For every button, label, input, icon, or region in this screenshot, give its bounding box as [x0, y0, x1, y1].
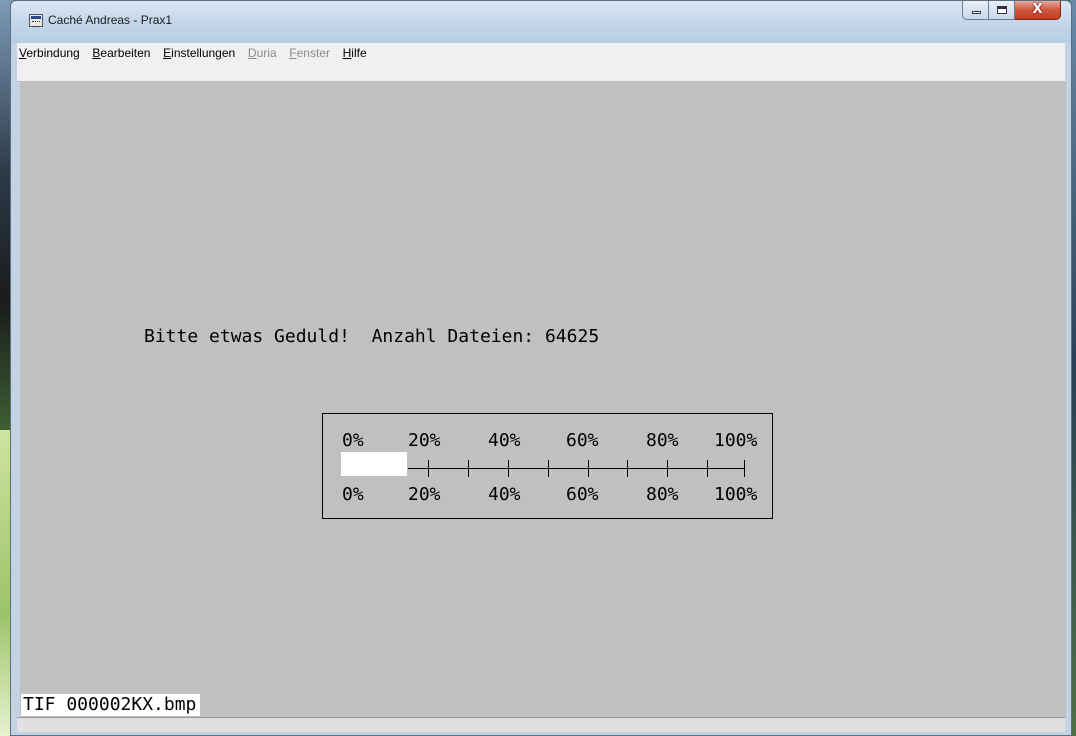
title-bar[interactable]: Caché Andreas - Prax1 X	[11, 1, 1071, 43]
progress-tick	[548, 460, 549, 477]
window-bottom-border	[17, 717, 1065, 732]
menu-label: earbeiten	[100, 46, 151, 60]
progress-tick	[744, 460, 745, 477]
menu-label: erbindung	[26, 46, 80, 60]
scale-label: 40%	[488, 430, 521, 451]
progress-scale-top: 0% 20% 40% 60% 80% 100%	[323, 431, 772, 451]
menu-item-duria[interactable]: Duria	[248, 46, 289, 60]
progress-tick	[707, 460, 708, 477]
status-message: Bitte etwas Geduld! Anzahl Dateien: 6462…	[144, 326, 600, 347]
menu-item-bearbeiten[interactable]: Bearbeiten	[92, 46, 163, 60]
menu-accelerator: H	[342, 46, 352, 60]
terminal-app-icon[interactable]	[29, 14, 43, 27]
window-title: Caché Andreas - Prax1	[48, 13, 173, 27]
progress-fill	[341, 452, 407, 476]
menu-item-fenster[interactable]: Fenster	[289, 46, 342, 60]
scale-label: 20%	[408, 484, 441, 505]
progress-track	[408, 459, 745, 479]
scale-label: 40%	[488, 484, 521, 505]
progress-tick	[468, 460, 469, 477]
maximize-button[interactable]	[989, 1, 1015, 20]
scale-label: 0%	[342, 484, 364, 505]
menu-bar-separator	[17, 63, 1065, 82]
scale-label: 80%	[646, 430, 679, 451]
scale-label: 60%	[566, 484, 599, 505]
progress-tick	[428, 460, 429, 477]
menu-label: ilfe	[351, 46, 367, 60]
progress-track-line	[408, 468, 744, 469]
close-icon: X	[1032, 2, 1043, 17]
menu-label: enster	[296, 46, 330, 60]
menu-item-einstellungen[interactable]: Einstellungen	[163, 46, 248, 60]
terminal-screen[interactable]: Bitte etwas Geduld! Anzahl Dateien: 6462…	[20, 81, 1066, 717]
progress-box: 0% 20% 40% 60% 80% 100% 0% 20% 40% 60% 80% 100%	[322, 413, 773, 519]
menu-item-verbindung[interactable]: Verbindung	[17, 46, 92, 60]
scale-label: 0%	[342, 430, 364, 451]
menu-bar: Verbindung Bearbeiten Einstellungen Duri…	[17, 43, 1065, 64]
menu-accelerator: D	[247, 46, 257, 60]
scale-label: 20%	[408, 430, 441, 451]
minimize-button[interactable]	[962, 1, 989, 20]
progress-tick	[508, 460, 509, 477]
menu-label: uria	[256, 46, 277, 60]
current-file-label: TIF 000002KX.bmp	[21, 694, 201, 716]
menu-accelerator: F	[289, 46, 297, 60]
progress-tick	[588, 460, 589, 477]
scale-label: 100%	[714, 484, 758, 505]
scale-label: 60%	[566, 430, 599, 451]
close-button[interactable]: X	[1015, 1, 1061, 20]
menu-item-hilfe[interactable]: Hilfe	[343, 46, 380, 60]
minimize-icon	[972, 11, 981, 14]
menu-accelerator: E	[163, 46, 172, 60]
scale-label: 100%	[714, 430, 758, 451]
progress-tick	[667, 460, 668, 477]
maximize-icon	[997, 6, 1007, 14]
scale-label: 80%	[646, 484, 679, 505]
menu-label: instellungen	[171, 46, 236, 60]
terminal-window: Caché Andreas - Prax1 X Verbindung Bearb…	[10, 0, 1072, 736]
progress-tick	[627, 460, 628, 477]
progress-scale-bottom: 0% 20% 40% 60% 80% 100%	[323, 485, 772, 505]
caption-buttons: X	[962, 1, 1061, 21]
